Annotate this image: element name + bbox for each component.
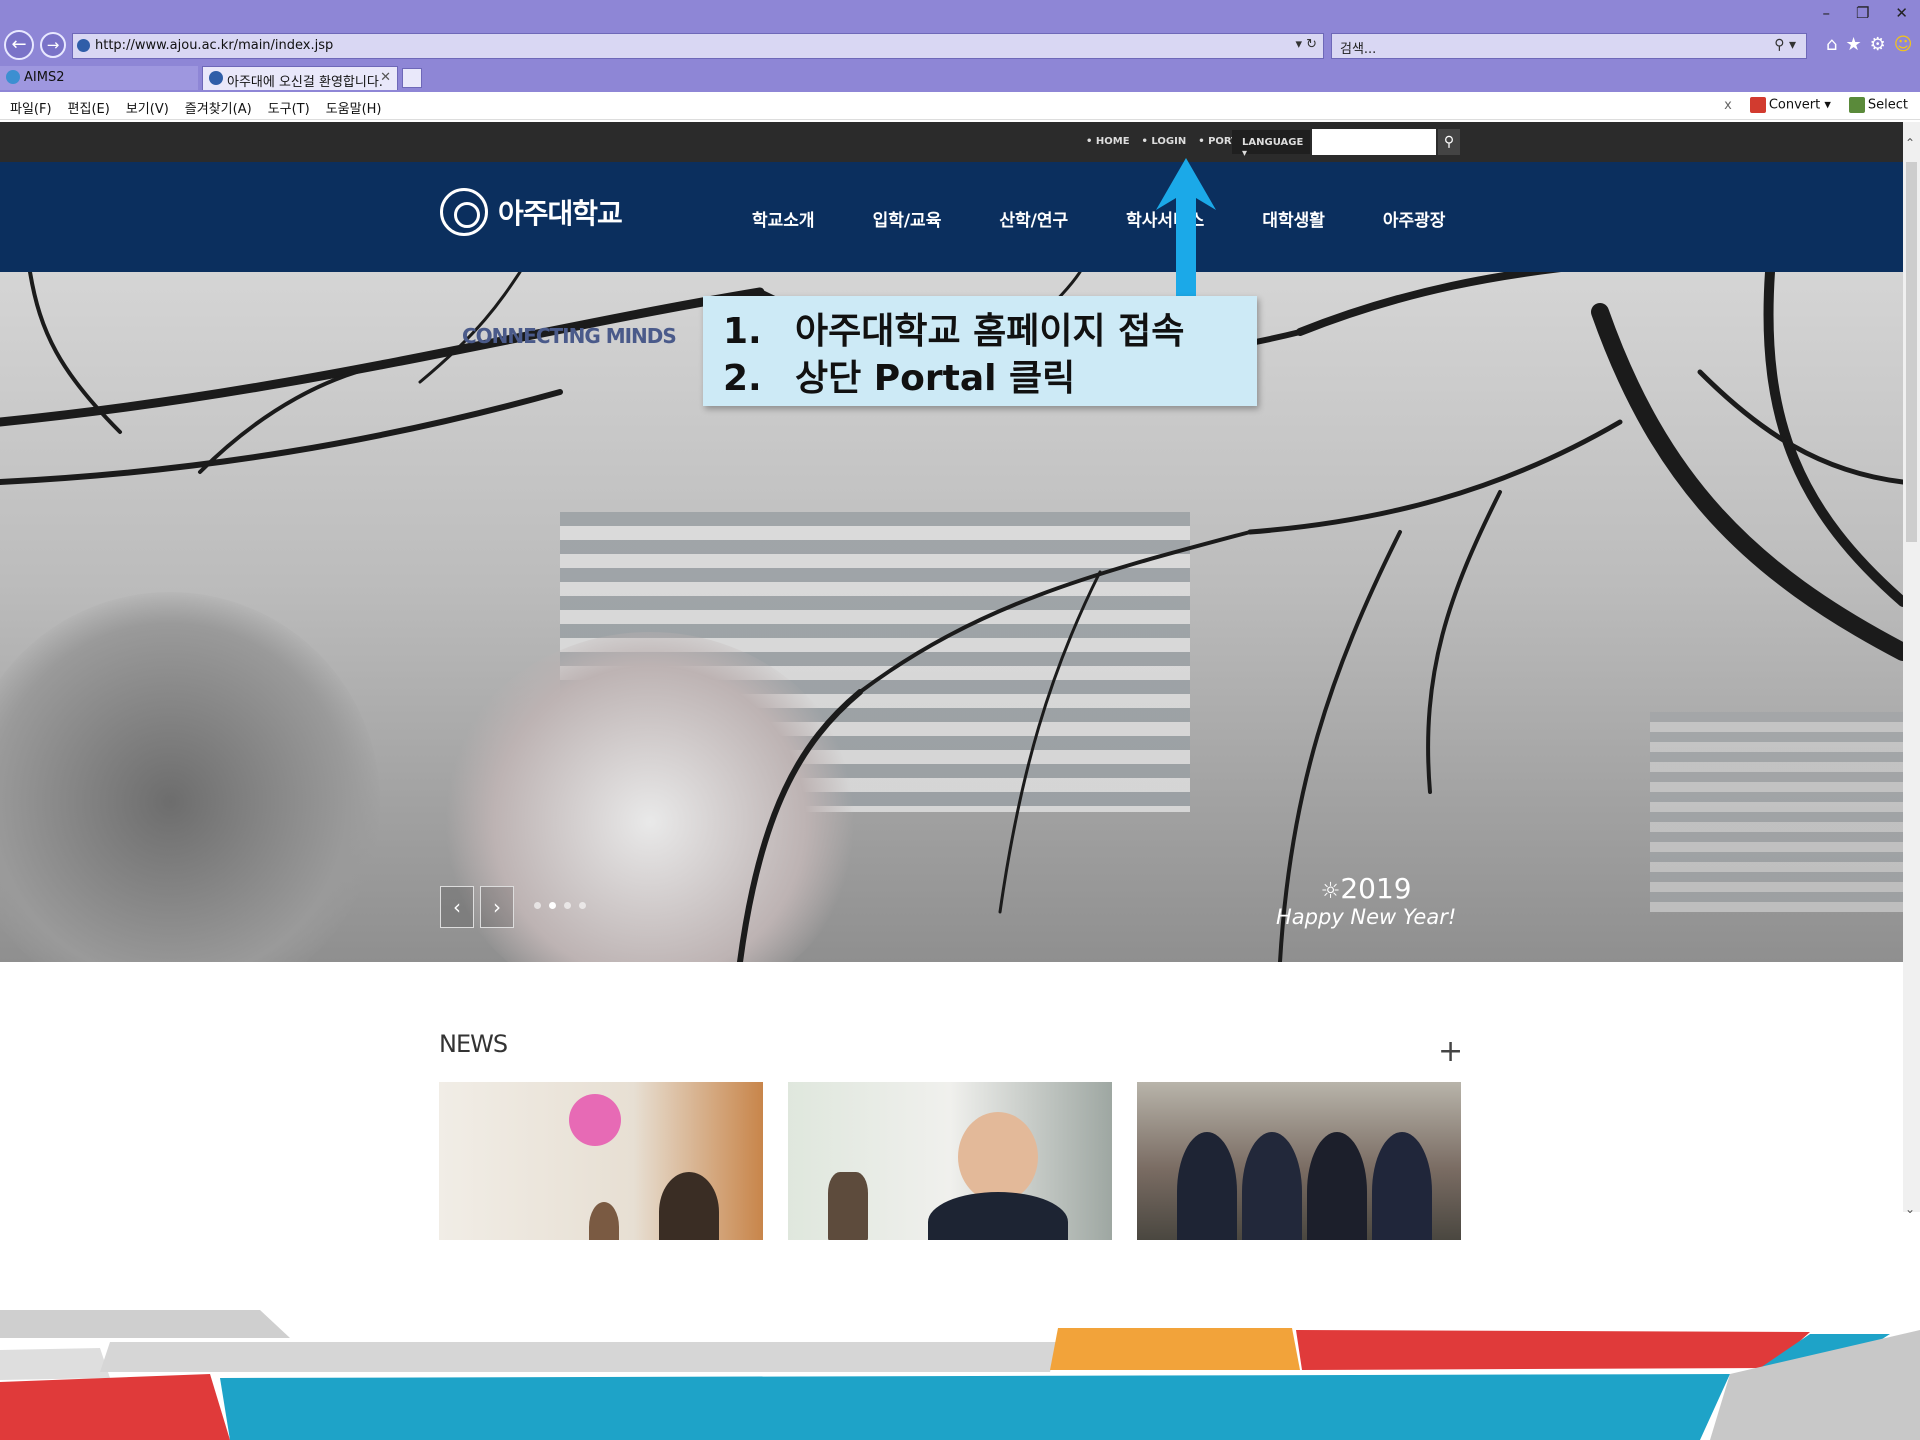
hero-dot[interactable] <box>549 902 556 909</box>
logo-text: 아주대학교 <box>498 197 623 230</box>
chevron-left-icon: ‹ <box>453 895 461 919</box>
back-button[interactable]: ← <box>4 30 34 60</box>
news-card[interactable] <box>1137 1082 1461 1240</box>
forward-button[interactable]: → <box>40 32 66 58</box>
instruction-callout: 1. 아주대학교 홈페이지 접속 2. 상단 Portal 클릭 <box>703 296 1257 406</box>
scroll-thumb[interactable] <box>1906 162 1917 542</box>
person-image <box>1307 1132 1367 1240</box>
tab-label: 아주대에 오신걸 환영합니다. <box>227 75 383 90</box>
menu-tools[interactable]: 도구(T) <box>268 98 310 117</box>
balloon-image <box>569 1094 621 1146</box>
chevron-right-icon: › <box>493 895 501 919</box>
greeting-message: Happy New Year! <box>1276 905 1457 929</box>
language-label: LANGUAGE <box>1242 137 1304 148</box>
person-image <box>958 1112 1038 1202</box>
news-card[interactable] <box>788 1082 1112 1240</box>
site-search-button[interactable]: ⚲ <box>1438 129 1460 155</box>
menu-help[interactable]: 도움말(H) <box>326 98 382 117</box>
smiley-icon[interactable]: ☺ <box>1894 34 1913 55</box>
new-year-greeting: ☼2019 Happy New Year! <box>1276 872 1456 929</box>
new-tab-button[interactable] <box>402 68 422 88</box>
hero-dot[interactable] <box>564 902 571 909</box>
nav-ajou-plaza[interactable]: 아주광장 <box>1383 206 1446 231</box>
menu-edit[interactable]: 편집(E) <box>68 98 110 117</box>
plant-pot-image <box>828 1172 868 1240</box>
browser-tool-icons: ⌂ ★ ⚙ ☺ <box>1826 34 1912 55</box>
hero-dot[interactable] <box>534 902 541 909</box>
login-link[interactable]: • LOGIN <box>1142 136 1187 147</box>
home-link[interactable]: • HOME <box>1086 136 1130 147</box>
decorative-footer-band <box>0 1310 1920 1440</box>
site-utility-bar: • HOME • LOGIN • PORTAL LANGUAGE ▾ ⚲ <box>0 122 1903 162</box>
address-bar[interactable]: http://www.ajou.ac.kr/main/index.jsp ▾ ↻ <box>72 33 1324 59</box>
search-placeholder: 검색... <box>1340 42 1377 57</box>
hero-dot[interactable] <box>579 902 586 909</box>
instruction-step: 1. 아주대학교 홈페이지 접속 <box>723 311 1185 352</box>
home-icon[interactable]: ⌂ <box>1826 34 1837 55</box>
menu-favorites[interactable]: 즐겨찾기(A) <box>185 98 252 117</box>
close-window-icon[interactable]: ✕ <box>1895 4 1908 22</box>
site-search-input[interactable] <box>1312 129 1436 155</box>
person-image <box>589 1202 619 1240</box>
greeting-year: 2019 <box>1340 872 1412 905</box>
person-image <box>1242 1132 1302 1240</box>
arrow-up-icon <box>1156 158 1216 296</box>
nav-research[interactable]: 산학/연구 <box>999 206 1068 231</box>
sun-icon: ☼ <box>1320 879 1341 904</box>
news-heading: NEWS <box>439 1030 508 1058</box>
person-image <box>1177 1132 1237 1240</box>
nav-campus-life[interactable]: 대학생활 <box>1262 206 1325 231</box>
tab-ajou-main[interactable]: 아주대에 오신걸 환영합니다. ✕ <box>202 66 398 90</box>
main-navigation: 아주대학교 학교소개 입학/교육 산학/연구 학사서비스 대학생활 아주광장 <box>0 162 1903 272</box>
refresh-icon[interactable]: ▾ ↻ <box>1295 37 1317 52</box>
restore-icon[interactable]: ❐ <box>1856 4 1869 22</box>
hero-pagination <box>534 902 586 909</box>
ie-icon <box>6 70 20 84</box>
menu-bar: 파일(F) 편집(E) 보기(V) 즐겨찾기(A) 도구(T) 도움말(H) x… <box>0 92 1920 120</box>
close-tab-icon[interactable]: ✕ <box>380 70 391 85</box>
person-image <box>928 1192 1068 1240</box>
menu-file[interactable]: 파일(F) <box>10 98 52 117</box>
select-icon <box>1848 97 1865 113</box>
browser-search-box[interactable]: 검색... ⚲ ▾ <box>1331 33 1807 59</box>
person-image <box>1372 1132 1432 1240</box>
browser-chrome: – ❐ ✕ ← → http://www.ajou.ac.kr/main/ind… <box>0 0 1920 92</box>
minimize-icon[interactable]: – <box>1822 4 1830 22</box>
tab-label: AIMS2 <box>24 70 65 85</box>
site-favicon-icon <box>77 39 90 52</box>
person-image <box>659 1172 719 1240</box>
instruction-step: 2. 상단 Portal 클릭 <box>723 358 1076 399</box>
university-logo[interactable]: 아주대학교 <box>440 188 623 236</box>
convert-button[interactable]: Convert ▾ <box>1749 97 1831 113</box>
magnifier-icon: ⚲ <box>1443 134 1455 150</box>
nav-admission[interactable]: 입학/교육 <box>873 206 942 231</box>
hero-prev-button[interactable]: ‹ <box>440 886 474 928</box>
tab-aims2[interactable]: AIMS2 <box>0 66 198 90</box>
news-more-button[interactable]: + <box>1438 1034 1463 1069</box>
ajou-favicon-icon <box>209 71 223 85</box>
news-card[interactable] <box>439 1082 763 1240</box>
menu-view[interactable]: 보기(V) <box>126 98 169 117</box>
gear-icon[interactable]: ⚙ <box>1870 34 1886 55</box>
scroll-up-icon[interactable]: ⌃ <box>1905 136 1915 150</box>
scroll-down-icon[interactable]: ⌄ <box>1905 1202 1915 1216</box>
address-text: http://www.ajou.ac.kr/main/index.jsp <box>95 38 334 53</box>
page-scrollbar[interactable]: ⌃ ⌄ <box>1903 122 1920 1216</box>
connecting-minds-logo: CONNECTING MINDS <box>462 324 677 348</box>
select-button[interactable]: Select <box>1848 97 1908 113</box>
search-icon[interactable]: ⚲ ▾ <box>1774 37 1796 53</box>
close-toolbar-button[interactable]: x <box>1724 98 1732 113</box>
pdf-convert-icon <box>1749 97 1766 113</box>
favorites-star-icon[interactable]: ★ <box>1845 34 1861 55</box>
hero-next-button[interactable]: › <box>480 886 514 928</box>
window-controls: – ❐ ✕ <box>1822 4 1908 22</box>
nav-about[interactable]: 학교소개 <box>752 206 815 231</box>
university-seal-icon <box>440 188 488 236</box>
